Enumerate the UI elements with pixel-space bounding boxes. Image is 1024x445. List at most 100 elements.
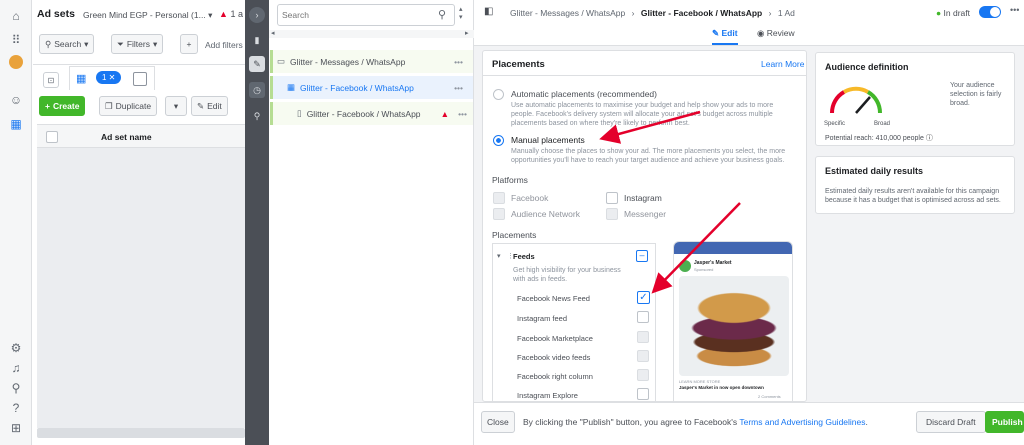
account-name: Green Mind EGP - Personal (1... (83, 10, 206, 20)
draft-status: ● In draft (936, 8, 970, 18)
settings-icon[interactable]: ⚙ (8, 340, 24, 356)
preview-topbar (674, 242, 792, 254)
ads-tab-icon[interactable] (133, 72, 147, 86)
gauge-broad-label: Broad (874, 121, 891, 127)
filters-button[interactable]: ⏷ Filters ▾ (111, 34, 164, 54)
manual-placements-description: Manually choose the places to show your … (511, 148, 786, 164)
tree-item-label: Glitter - Messages / WhatsApp (290, 56, 406, 67)
caret-down-icon[interactable]: ▾ (497, 252, 501, 260)
facebook-right-column-checkbox[interactable] (637, 369, 649, 381)
daily-results-title: Estimated daily results (825, 166, 924, 176)
tab-edit-label: Edit (721, 28, 738, 38)
home-icon[interactable]: ⌂ (8, 8, 24, 24)
more-icon[interactable]: ••• (458, 109, 467, 119)
search-button[interactable]: ⚲ Search ▾ (39, 34, 95, 54)
agreement-text: By clicking the "Publish" button, you ag… (523, 417, 738, 427)
grid-icon: ▦ (287, 82, 296, 92)
audience-definition-card: Audience definition Specific Broad Your … (815, 52, 1015, 146)
facebook-platform-checkbox[interactable] (493, 192, 505, 204)
breadcrumb-campaign[interactable]: Glitter - Messages / WhatsApp (510, 8, 625, 18)
search-icon[interactable]: ⚲ (249, 108, 265, 124)
placement-row-label: Facebook right column (517, 372, 593, 381)
facebook-marketplace-checkbox[interactable] (637, 331, 649, 343)
breadcrumb-ad[interactable]: 1 Ad (778, 8, 795, 18)
instagram-feed-checkbox[interactable] (637, 311, 649, 323)
edit-label: Edit (207, 101, 222, 111)
instagram-explore-checkbox[interactable] (637, 388, 649, 400)
add-filters-link[interactable]: Add filters (205, 40, 243, 50)
selected-count-badge[interactable]: 1 ✕ (96, 71, 122, 84)
chart-icon[interactable]: ▮ (249, 32, 265, 48)
feeds-checkbox[interactable]: – (636, 250, 648, 262)
tree-item-adset[interactable]: ▦ Glitter - Facebook / WhatsApp ••• (270, 76, 473, 99)
draft-toggle[interactable] (979, 6, 1001, 18)
messenger-checkbox[interactable] (606, 208, 618, 220)
add-filter-button[interactable]: + (180, 34, 198, 54)
placements-title: Placements (492, 59, 545, 70)
manual-placements-label[interactable]: Manual placements (511, 135, 585, 145)
discard-draft-button[interactable]: Discard Draft (916, 411, 986, 433)
warning-indicator[interactable]: ▲ 1 a (219, 9, 243, 19)
breadcrumb-adset[interactable]: Glitter - Facebook / WhatsApp (641, 8, 762, 18)
preview-page-name: Jasper's Market (694, 260, 732, 266)
facebook-news-feed-checkbox[interactable]: ✓ (637, 291, 650, 304)
sort-icon[interactable]: ▴ ▾ (459, 6, 463, 22)
selected-count: 1 (102, 73, 107, 82)
help-icon[interactable]: ? (8, 400, 24, 416)
facebook-video-feeds-checkbox[interactable] (637, 350, 649, 362)
tab-edit[interactable]: ✎ Edit (712, 28, 738, 45)
bell-icon[interactable]: ♫ (8, 360, 24, 376)
learn-more-link[interactable]: Learn More (761, 59, 804, 69)
account-selector[interactable]: Green Mind EGP - Personal (1... ▾ (83, 10, 212, 21)
audience-title: Audience definition (825, 62, 909, 72)
manual-placements-radio[interactable] (493, 135, 504, 146)
account-avatar-icon[interactable] (9, 55, 23, 69)
publish-button[interactable]: Publish (985, 411, 1024, 433)
more-icon[interactable]: ••• (1010, 5, 1019, 15)
panel-toggle-icon[interactable]: ◧ (484, 6, 493, 17)
pencil-icon[interactable]: ✎ (249, 56, 265, 72)
tree-item-ad[interactable]: ▯ Glitter - Facebook / WhatsApp ▲ ••• (270, 102, 473, 125)
instagram-platform-checkbox[interactable] (606, 192, 618, 204)
search-icon[interactable]: ⚲ (8, 380, 24, 396)
duplicate-label: Duplicate (115, 101, 152, 111)
placement-row-label: Facebook Marketplace (517, 334, 593, 343)
terms-link[interactable]: Terms and Advertising Guidelines (739, 417, 865, 427)
smiley-icon[interactable]: ☺ (8, 92, 24, 108)
clock-icon[interactable]: ◷ (249, 82, 265, 98)
table-icon[interactable]: ▦ (8, 116, 24, 132)
info-icon[interactable]: ⓘ (926, 135, 933, 142)
messenger-label: Messenger (624, 209, 667, 219)
close-label: Close (487, 417, 509, 427)
more-icon[interactable]: ••• (454, 83, 463, 93)
grid-icon[interactable]: ⊞ (8, 420, 24, 436)
duplicate-button[interactable]: ❐ Duplicate (99, 96, 158, 116)
apps-grid-icon[interactable]: ⠿ (8, 32, 24, 48)
folder-icon: ▭ (277, 56, 286, 66)
automatic-placements-label[interactable]: Automatic placements (recommended) (511, 89, 657, 99)
audience-network-checkbox[interactable] (493, 208, 505, 220)
tree-search-input[interactable] (282, 8, 430, 22)
tab-review[interactable]: ◉ Review (757, 28, 795, 39)
close-button[interactable]: Close (481, 411, 515, 433)
table-body (37, 148, 245, 428)
publish-label: Publish (992, 417, 1023, 427)
duplicate-dropdown[interactable]: ▾ (165, 96, 187, 116)
collapse-icon[interactable]: › (249, 7, 265, 23)
select-all-checkbox[interactable] (46, 131, 58, 143)
audience-gauge-icon (829, 86, 883, 114)
folder-tab-icon[interactable]: ⊡ (43, 72, 59, 88)
horizontal-scrollbar[interactable] (37, 428, 245, 438)
automatic-placements-radio[interactable] (493, 89, 504, 100)
ad-icon: ▯ (297, 108, 302, 118)
tree-scrollbar[interactable]: ◂ ▸ (269, 30, 474, 38)
more-icon[interactable]: ••• (454, 57, 463, 67)
chevron-down-icon: ▾ (208, 10, 213, 20)
facebook-platform-label: Facebook (511, 193, 549, 203)
edit-button[interactable]: ✎ Edit (191, 96, 228, 116)
status-label: In draft (943, 8, 970, 18)
create-button[interactable]: + Create (39, 96, 86, 116)
tree-item-campaign[interactable]: ▭ Glitter - Messages / WhatsApp ••• (270, 50, 473, 73)
page-avatar (679, 260, 691, 272)
chevron-down-icon: ▾ (152, 38, 158, 49)
